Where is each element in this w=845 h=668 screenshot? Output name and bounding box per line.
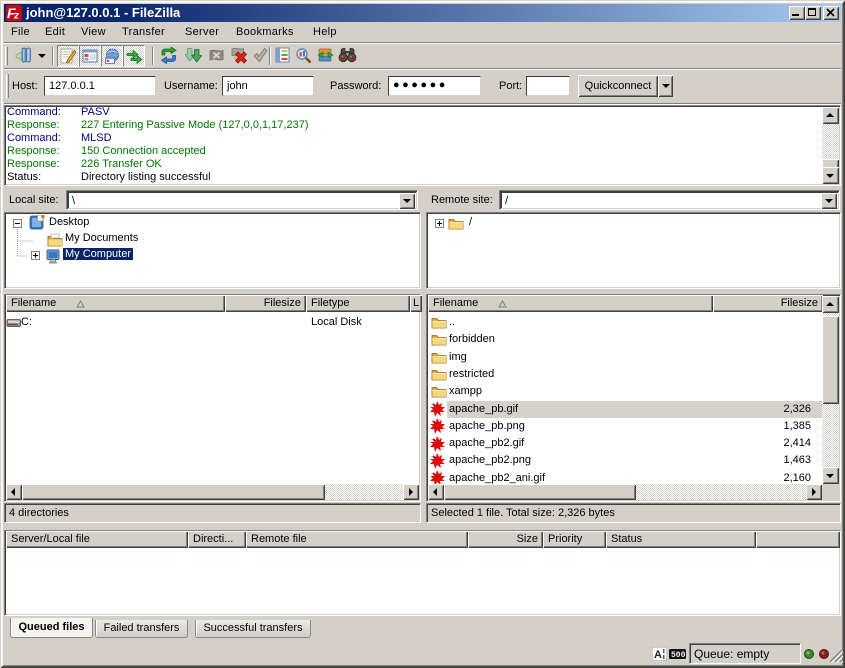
svg-text:z: z — [13, 11, 19, 22]
svg-text:A: A — [654, 649, 662, 661]
svg-text:500: 500 — [671, 651, 686, 659]
